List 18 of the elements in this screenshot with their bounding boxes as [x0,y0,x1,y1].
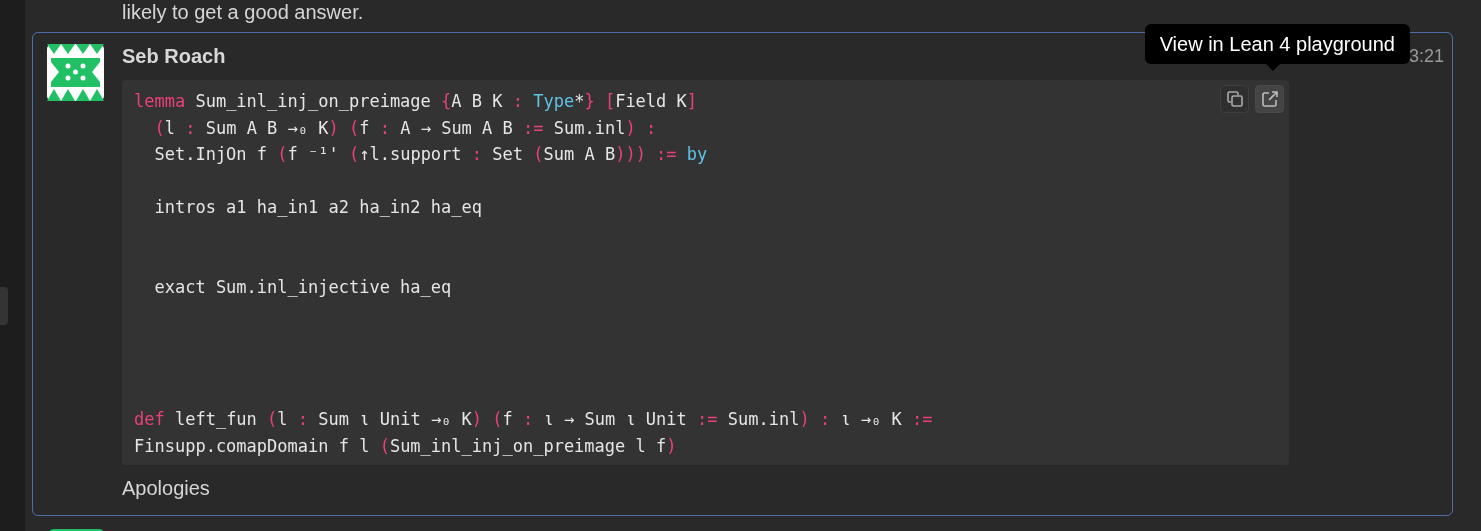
code-line: (l : Sum A B →₀ K) (f : A → Sum A B := Sum.inl) : [153,116,657,140]
sender-name: Seb Roach [122,44,226,69]
external-link-icon [1260,90,1279,108]
code-line: exact Sum.inl_injective ha_eq [153,275,452,299]
avatar-icon [47,44,104,101]
tooltip: View in Lean 4 playground [1144,24,1410,64]
code-line: Set.InjOn f (f ⁻¹' (↑l.support : Set (Sum A B))) := by [153,143,708,166]
message-text: likely to get a good answer. [122,0,364,24]
message-time: 3:21 [1408,44,1444,68]
code-line: lemma Sum_inl_inj_on_preimage {A B K : Type*} [Field K] [134,90,698,113]
copy-icon [1225,90,1244,108]
tooltip-arrow [1266,64,1280,71]
code-line: def left_fun (l : Sum ι Unit →₀ K) (f : ι → Sum ι Unit := Sum.inl) : ι →₀ K := [134,408,933,431]
code-line: intros a1 ha_in1 a2 ha_in2 ha_eq [153,196,482,219]
copy-button[interactable] [1220,85,1249,113]
code-line: Finsupp.comapDomain f l (Sum_inl_inj_on_preimage l f) [134,434,677,458]
open-button[interactable] [1255,85,1284,113]
message-text: Apologies [122,476,211,501]
